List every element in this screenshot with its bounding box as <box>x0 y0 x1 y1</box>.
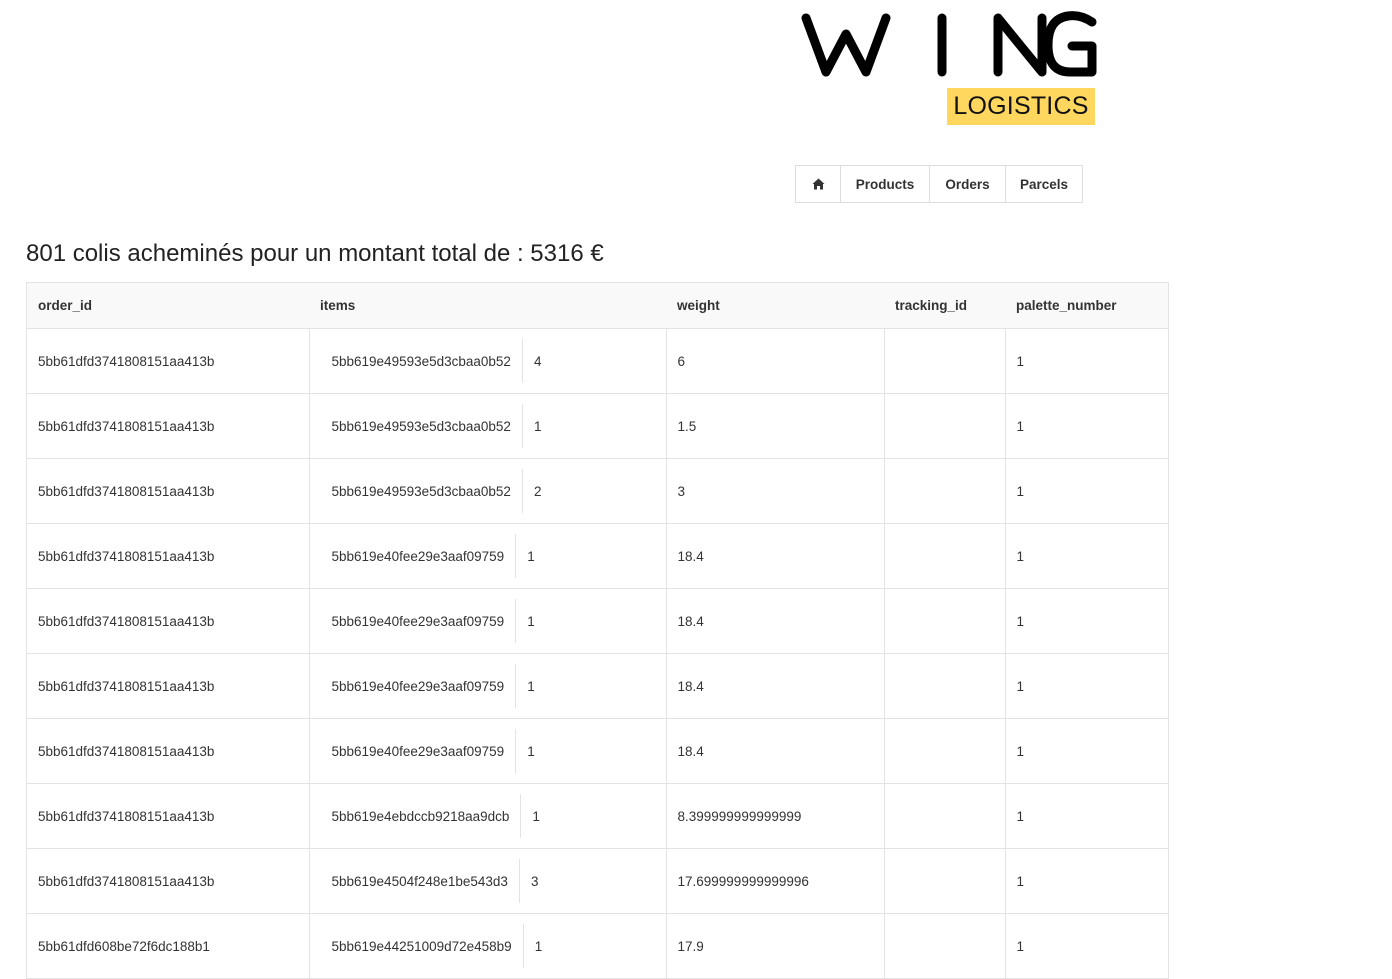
logo-subtitle: LOGISTICS <box>947 88 1095 125</box>
items-cell: 5bb619e44251009d72e458b9 1 <box>308 913 666 979</box>
items-cell: 5bb619e40fee29e3aaf09759 1 <box>308 588 666 654</box>
palette-number-cell: 1 <box>1004 523 1168 589</box>
tracking-id-cell <box>883 588 1005 654</box>
weight-cell: 6 <box>665 328 884 394</box>
palette-number-cell: 1 <box>1004 848 1168 914</box>
item-quantity: 1 <box>521 404 541 448</box>
weight-cell: 18.4 <box>665 588 884 654</box>
palette-number-cell: 1 <box>1004 328 1168 394</box>
item-quantity: 1 <box>522 924 542 968</box>
tracking-id-cell <box>883 783 1005 849</box>
order-id-cell: 5bb61dfd3741808151aa413b <box>27 393 309 459</box>
palette-number-cell: 1 <box>1004 393 1168 459</box>
item-quantity: 1 <box>515 729 535 773</box>
weight-cell: 18.4 <box>665 718 884 784</box>
tracking-id-cell <box>883 913 1005 979</box>
table-row: 5bb61dfd3741808151aa413b 5bb619e40fee29e… <box>27 523 1168 589</box>
parcels-table: order_id items weight tracking_id palett… <box>26 282 1169 979</box>
item-id: 5bb619e49593e5d3cbaa0b52 <box>331 418 511 434</box>
palette-number-cell: 1 <box>1004 718 1168 784</box>
home-icon <box>812 178 824 190</box>
item-quantity: 1 <box>515 534 535 578</box>
order-id-cell: 5bb61dfd3741808151aa413b <box>27 783 309 849</box>
item-id: 5bb619e40fee29e3aaf09759 <box>331 743 505 759</box>
weight-cell: 8.399999999999999 <box>665 783 884 849</box>
item-id: 5bb619e49593e5d3cbaa0b52 <box>331 353 511 369</box>
items-cell: 5bb619e40fee29e3aaf09759 1 <box>308 653 666 719</box>
items-cell: 5bb619e40fee29e3aaf09759 1 <box>308 523 666 589</box>
item-id: 5bb619e4504f248e1be543d3 <box>331 873 508 889</box>
order-id-cell: 5bb61dfd3741808151aa413b <box>27 718 309 784</box>
table-row: 5bb61dfd3741808151aa413b 5bb619e4ebdccb9… <box>27 783 1168 849</box>
palette-number-cell: 1 <box>1004 588 1168 654</box>
items-cell: 5bb619e4504f248e1be543d3 3 <box>308 848 666 914</box>
table-row: 5bb61dfd3741808151aa413b 5bb619e4504f248… <box>27 848 1168 914</box>
nav-home-button[interactable] <box>795 165 841 203</box>
nav-orders-link[interactable]: Orders <box>929 165 1006 203</box>
item-quantity: 1 <box>520 794 540 838</box>
item-id: 5bb619e4ebdccb9218aa9dcb <box>331 808 510 824</box>
palette-number-cell: 1 <box>1004 458 1168 524</box>
items-cell: 5bb619e49593e5d3cbaa0b52 4 <box>308 328 666 394</box>
main-nav: Products Orders Parcels <box>795 165 1083 203</box>
weight-cell: 1.5 <box>665 393 884 459</box>
item-quantity: 2 <box>521 469 541 513</box>
order-id-cell: 5bb61dfd3741808151aa413b <box>27 848 309 914</box>
palette-number-cell: 1 <box>1004 653 1168 719</box>
parcels-summary: 801 colis acheminés pour un montant tota… <box>26 240 604 267</box>
table-row: 5bb61dfd3741808151aa413b 5bb619e49593e5d… <box>27 393 1168 459</box>
table-row: 5bb61dfd3741808151aa413b 5bb619e49593e5d… <box>27 328 1168 394</box>
header-palette-number: palette_number <box>1005 283 1168 329</box>
table-row: 5bb61dfd3741808151aa413b 5bb619e49593e5d… <box>27 458 1168 524</box>
header-tracking-id: tracking_id <box>884 283 1005 329</box>
item-quantity: 3 <box>518 859 538 903</box>
item-id: 5bb619e40fee29e3aaf09759 <box>331 613 505 629</box>
tracking-id-cell <box>883 653 1005 719</box>
weight-cell: 18.4 <box>665 653 884 719</box>
nav-parcels-link[interactable]: Parcels <box>1005 165 1083 203</box>
weight-cell: 18.4 <box>665 523 884 589</box>
items-cell: 5bb619e4ebdccb9218aa9dcb 1 <box>308 783 666 849</box>
items-cell: 5bb619e40fee29e3aaf09759 1 <box>308 718 666 784</box>
order-id-cell: 5bb61dfd3741808151aa413b <box>27 328 309 394</box>
weight-cell: 17.9 <box>665 913 884 979</box>
weight-cell: 3 <box>665 458 884 524</box>
nav-products-link[interactable]: Products <box>840 165 930 203</box>
palette-number-cell: 1 <box>1004 913 1168 979</box>
item-id: 5bb619e40fee29e3aaf09759 <box>331 678 505 694</box>
tracking-id-cell <box>883 848 1005 914</box>
items-cell: 5bb619e49593e5d3cbaa0b52 2 <box>308 458 666 524</box>
order-id-cell: 5bb61dfd3741808151aa413b <box>27 523 309 589</box>
wing-logistics-logo: LOGISTICS <box>796 8 1100 132</box>
palette-number-cell: 1 <box>1004 783 1168 849</box>
tracking-id-cell <box>883 718 1005 784</box>
wing-logo-wordmark <box>801 11 1097 77</box>
order-id-cell: 5bb61dfd3741808151aa413b <box>27 653 309 719</box>
header-order-id: order_id <box>27 283 309 329</box>
order-id-cell: 5bb61dfd3741808151aa413b <box>27 588 309 654</box>
order-id-cell: 5bb61dfd608be72f6dc188b1 <box>27 913 309 979</box>
table-row: 5bb61dfd608be72f6dc188b1 5bb619e44251009… <box>27 913 1168 979</box>
weight-cell: 17.699999999999996 <box>665 848 884 914</box>
header-weight: weight <box>666 283 884 329</box>
header-items: items <box>309 283 666 329</box>
table-row: 5bb61dfd3741808151aa413b 5bb619e40fee29e… <box>27 653 1168 719</box>
tracking-id-cell <box>883 328 1005 394</box>
order-id-cell: 5bb61dfd3741808151aa413b <box>27 458 309 524</box>
item-quantity: 4 <box>521 339 541 383</box>
tracking-id-cell <box>883 458 1005 524</box>
table-body: 5bb61dfd3741808151aa413b 5bb619e49593e5d… <box>27 328 1168 979</box>
item-quantity: 1 <box>515 664 535 708</box>
item-id: 5bb619e44251009d72e458b9 <box>331 938 512 954</box>
table-header-row: order_id items weight tracking_id palett… <box>27 283 1168 329</box>
table-row: 5bb61dfd3741808151aa413b 5bb619e40fee29e… <box>27 588 1168 654</box>
items-cell: 5bb619e49593e5d3cbaa0b52 1 <box>308 393 666 459</box>
tracking-id-cell <box>883 393 1005 459</box>
item-id: 5bb619e49593e5d3cbaa0b52 <box>331 483 511 499</box>
tracking-id-cell <box>883 523 1005 589</box>
item-quantity: 1 <box>515 599 535 643</box>
item-id: 5bb619e40fee29e3aaf09759 <box>331 548 505 564</box>
table-row: 5bb61dfd3741808151aa413b 5bb619e40fee29e… <box>27 718 1168 784</box>
